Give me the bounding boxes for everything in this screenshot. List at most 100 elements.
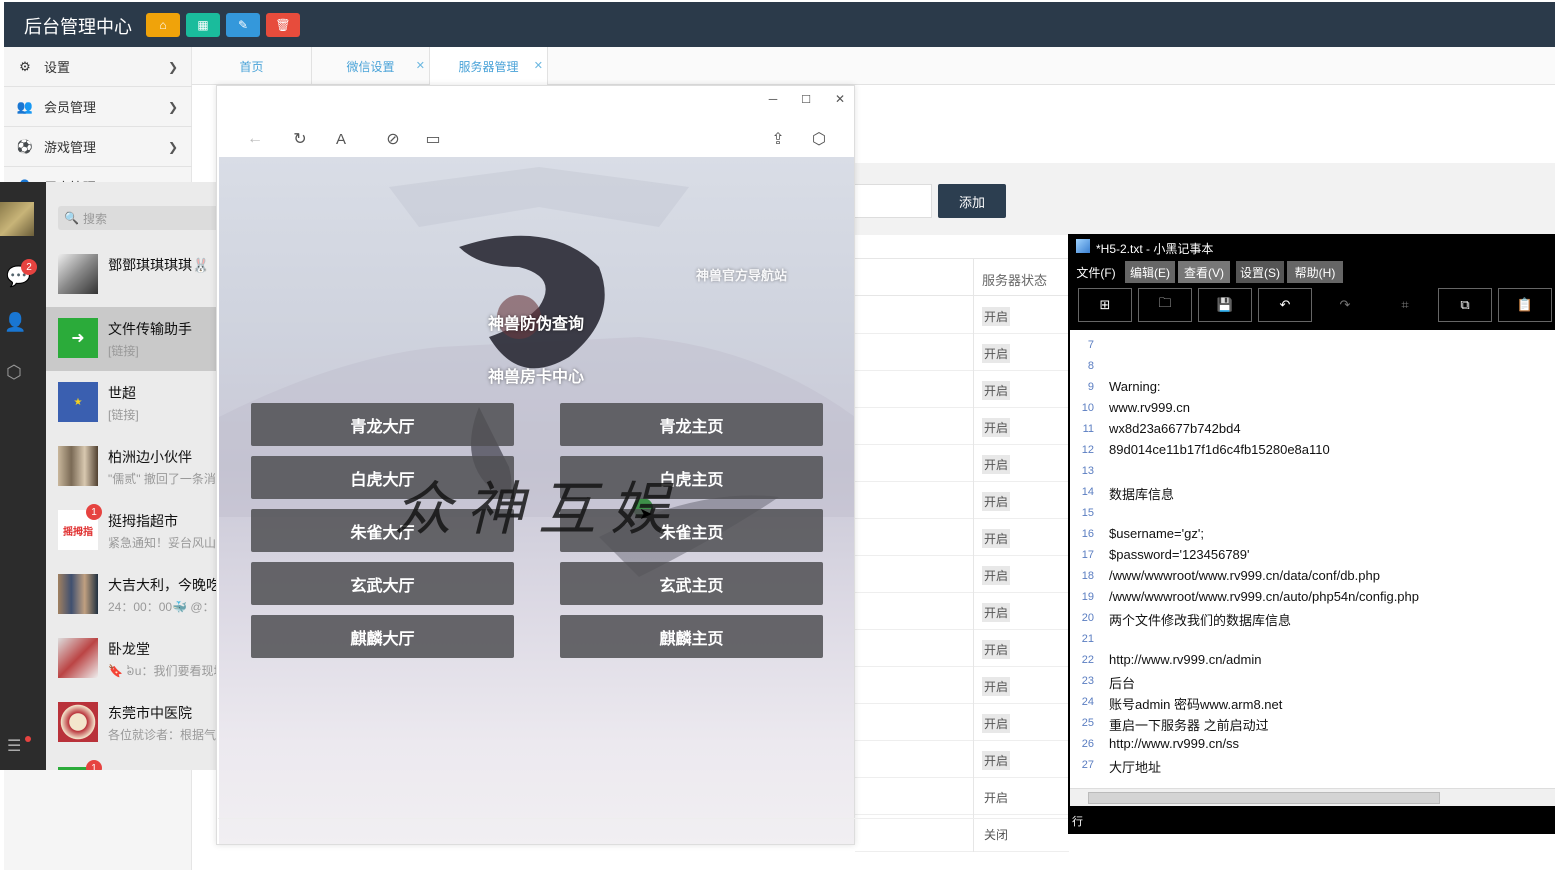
new-file-button[interactable]: ⊞ bbox=[1078, 288, 1132, 322]
line-text: wx8d23a6677b742bd4 bbox=[1109, 421, 1241, 436]
qinglong-hall-button[interactable]: 青龙大厅 bbox=[251, 403, 514, 446]
save-button[interactable]: 💾 bbox=[1198, 288, 1252, 322]
chat-preview: 紧急通知！妥台风山竹 bbox=[108, 536, 216, 550]
undo-icon: ↶ bbox=[1279, 297, 1291, 312]
xuanwu-home-button[interactable]: 玄武主页 bbox=[560, 562, 823, 605]
text-line: 16 $username='gz'; bbox=[1070, 524, 1555, 545]
line-number: 13 bbox=[1081, 465, 1094, 477]
chat-item[interactable]: ★ 世超 [链接] bbox=[46, 371, 216, 435]
chat-item[interactable]: 卧龙堂 🔖 ៦u：我们要看现场 bbox=[46, 627, 216, 691]
close-icon[interactable]: ✕ bbox=[416, 59, 425, 72]
font-icon[interactable]: A bbox=[330, 128, 352, 150]
status-line-label: 行 bbox=[1072, 816, 1083, 828]
menu-help[interactable]: 帮助(H) bbox=[1287, 261, 1343, 283]
undo-button[interactable]: ↶ bbox=[1258, 288, 1312, 322]
sidebar-item-label: 会员管理 bbox=[44, 100, 97, 115]
chat-item[interactable]: ➜ 文件传输助手 [链接] bbox=[46, 307, 216, 371]
menu-icon[interactable]: ☰ bbox=[7, 736, 21, 756]
horizontal-scrollbar[interactable] bbox=[1070, 788, 1555, 806]
back-icon[interactable]: ← bbox=[244, 128, 266, 150]
tab-home[interactable]: 首页 bbox=[192, 47, 312, 85]
maximize-icon[interactable]: ☐ bbox=[795, 88, 817, 110]
qilin-hall-button[interactable]: 麒麟大厅 bbox=[251, 615, 514, 658]
line-number: 12 bbox=[1081, 444, 1094, 456]
table-header: 服务器状态 bbox=[855, 258, 1069, 297]
file-transfer-icon: ➜ bbox=[58, 318, 98, 358]
line-text: http://www.rv999.cn/admin bbox=[1109, 652, 1262, 667]
sidebar-item-members[interactable]: 👥 会员管理 ❯ bbox=[4, 87, 192, 127]
line-text: 重启一下服务器 之前启动过 bbox=[1109, 718, 1269, 733]
grid-button[interactable]: ▦ bbox=[186, 13, 220, 37]
game-nav-page: 神兽官方导航站 神兽防伪查询 神兽房卡中心 青龙大厅 青龙主页 白虎大厅 白虎主… bbox=[219, 157, 854, 844]
table-row: 开启 bbox=[855, 445, 1069, 482]
notepad-window: *H5-2.txt - 小黑记事本 文件(F) 编辑(E) 查看(V) 设置(S… bbox=[1068, 234, 1555, 834]
link-icon[interactable]: ⊘ bbox=[382, 128, 404, 150]
status-badge: 开启 bbox=[982, 344, 1011, 363]
room-card-link[interactable]: 神兽房卡中心 bbox=[488, 363, 584, 387]
status-badge: 开启 bbox=[982, 455, 1011, 474]
edit-button[interactable]: ✎ bbox=[226, 13, 260, 37]
chat-item[interactable]: 柏洲边小伙伴 "儒贰" 撤回了一条消息 bbox=[46, 435, 216, 499]
line-text: www.rv999.cn bbox=[1109, 400, 1190, 415]
cube-icon[interactable]: ⬡ bbox=[6, 362, 22, 383]
line-text: $password='123456789' bbox=[1109, 547, 1250, 562]
status-cell: 开启 bbox=[973, 630, 1069, 667]
chat-item[interactable]: 摇拇指 1 挺拇指超市 紧急通知！妥台风山竹 bbox=[46, 499, 216, 563]
scrollbar-thumb[interactable] bbox=[1088, 792, 1440, 804]
redo-button[interactable]: ↷ bbox=[1318, 288, 1372, 322]
share-icon[interactable]: ⇪ bbox=[767, 128, 789, 150]
table-row: 开启 bbox=[855, 556, 1069, 593]
xuanwu-hall-button[interactable]: 玄武大厅 bbox=[251, 562, 514, 605]
sidebar-item-settings[interactable]: ⚙ 设置 ❯ bbox=[4, 47, 192, 87]
cube-icon[interactable]: ⬡ bbox=[808, 128, 830, 150]
sidebar-item-games[interactable]: ⚽ 游戏管理 ❯ bbox=[4, 127, 192, 167]
minimize-icon[interactable]: ─ bbox=[762, 88, 784, 110]
close-icon[interactable]: ✕ bbox=[534, 59, 543, 72]
status-cell: 开启 bbox=[973, 482, 1069, 519]
chat-item[interactable]: 鄧鄧琪琪琪琪🐰 bbox=[46, 243, 216, 307]
add-button[interactable]: 添加 bbox=[938, 184, 1006, 218]
status-cell: 开启 bbox=[973, 593, 1069, 630]
new-file-icon: ⊞ bbox=[1099, 297, 1111, 312]
avatar[interactable] bbox=[0, 202, 34, 236]
crop-button[interactable]: ⌗ bbox=[1378, 288, 1432, 322]
line-number: 18 bbox=[1081, 570, 1094, 582]
search-input[interactable]: 🔍 搜索 bbox=[58, 206, 216, 230]
home-button[interactable]: ⌂ bbox=[146, 13, 180, 37]
open-folder-button[interactable]: 🗀 bbox=[1138, 288, 1192, 322]
admin-header: 后台管理中心 ⌂ ▦ ✎ 🗑 bbox=[4, 2, 1555, 47]
qilin-home-button[interactable]: 麒麟主页 bbox=[560, 615, 823, 658]
table-row: 开启 bbox=[855, 408, 1069, 445]
text-line: 10 www.rv999.cn bbox=[1070, 398, 1555, 419]
filter-input[interactable] bbox=[845, 184, 932, 218]
chat-preview: 24：00：00🐳 @： bbox=[108, 600, 215, 614]
tab-server-management[interactable]: 服务器管理 ✕ bbox=[430, 47, 548, 85]
tab-wechat-settings[interactable]: 微信设置 ✕ bbox=[312, 47, 430, 85]
chat-item[interactable]: 东莞市中医院 各位就诊者：根据气象 bbox=[46, 691, 216, 755]
wechat-nav: 💬 2 👤 ⬡ ☰ bbox=[0, 182, 46, 770]
contacts-icon[interactable]: 👤 bbox=[4, 312, 26, 333]
redo-icon: ↷ bbox=[1339, 297, 1351, 312]
text-line: 17 $password='123456789' bbox=[1070, 545, 1555, 566]
editor-text-area[interactable]: 7 8 9 Warning: 10 www.rv999.cn 11 wx8d23a6677b7… bbox=[1070, 330, 1555, 788]
menu-file[interactable]: 文件(F) bbox=[1072, 261, 1120, 283]
menu-settings[interactable]: 设置(S) bbox=[1236, 261, 1284, 283]
admin-title: 后台管理中心 bbox=[24, 17, 132, 37]
menu-edit[interactable]: 编辑(E) bbox=[1125, 261, 1175, 283]
paste-button[interactable]: 📋 bbox=[1498, 288, 1552, 322]
menu-view[interactable]: 查看(V) bbox=[1178, 261, 1230, 283]
status-cell: 开启 bbox=[973, 445, 1069, 482]
anti-fake-link[interactable]: 神兽防伪查询 bbox=[488, 310, 584, 334]
chat-name: 挺拇指超市 bbox=[108, 513, 178, 529]
status-badge: 开启 bbox=[982, 751, 1011, 770]
table-row: 开启 bbox=[855, 593, 1069, 630]
qinglong-home-button[interactable]: 青龙主页 bbox=[560, 403, 823, 446]
copy-button[interactable]: ⧉ bbox=[1438, 288, 1492, 322]
window-icon[interactable]: ▭ bbox=[422, 128, 444, 150]
close-icon[interactable]: ✕ bbox=[829, 88, 851, 110]
table-footer-row bbox=[218, 818, 1068, 852]
delete-button[interactable]: 🗑 bbox=[266, 13, 300, 37]
trash-icon: 🗑 bbox=[275, 18, 291, 32]
chat-item[interactable]: 大吉大利，今晚吃鸡 24：00：00🐳 @： bbox=[46, 563, 216, 627]
refresh-icon[interactable]: ↻ bbox=[289, 128, 311, 150]
